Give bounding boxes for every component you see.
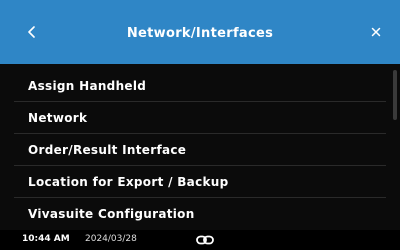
screen: Network/Interfaces Assign Handheld Netwo… xyxy=(0,0,400,250)
chevron-left-icon xyxy=(28,26,35,38)
close-button[interactable] xyxy=(366,22,386,42)
menu-item-label: Vivasuite Configuration xyxy=(28,207,195,221)
close-icon xyxy=(371,27,381,37)
menu-item-label: Location for Export / Backup xyxy=(28,174,229,189)
menu-item-label: Network xyxy=(28,110,88,125)
status-bar: 10:44 AM 2024/03/28 xyxy=(0,230,400,250)
menu-item-network[interactable]: Network xyxy=(14,102,386,134)
status-date: 2024/03/28 xyxy=(85,234,137,244)
menu-item-order-result-interface[interactable]: Order/Result Interface xyxy=(14,134,386,166)
page-title: Network/Interfaces xyxy=(126,25,274,41)
link-icon xyxy=(196,235,214,245)
menu-item-vivasuite-configuration[interactable]: Vivasuite Configuration xyxy=(14,198,386,230)
menu-item-assign-handheld[interactable]: Assign Handheld xyxy=(14,70,386,102)
header-bar: Network/Interfaces xyxy=(0,0,400,64)
menu-item-label: Order/Result Interface xyxy=(28,142,187,157)
menu-item-label: Assign Handheld xyxy=(28,78,147,93)
menu-item-location-export-backup[interactable]: Location for Export / Backup xyxy=(14,166,386,198)
menu-list: Assign Handheld Network Order/Result Int… xyxy=(0,64,400,230)
back-button[interactable] xyxy=(22,22,42,42)
status-time: 10:44 AM xyxy=(22,234,70,244)
scrollbar[interactable] xyxy=(393,70,397,120)
